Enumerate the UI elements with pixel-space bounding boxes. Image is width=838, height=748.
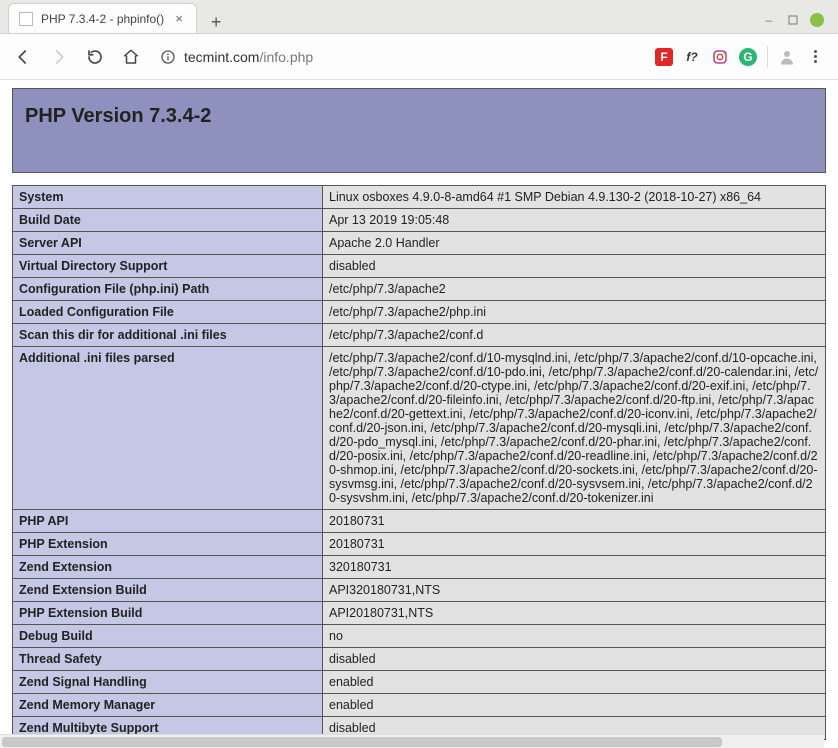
- window-close-icon[interactable]: [810, 13, 824, 27]
- grammarly-ext-icon[interactable]: G: [739, 48, 757, 66]
- row-value: Apache 2.0 Handler: [323, 232, 826, 255]
- row-key: Debug Build: [13, 625, 323, 648]
- table-row: Loaded Configuration File/etc/php/7.3/ap…: [13, 301, 826, 324]
- row-key: Zend Signal Handling: [13, 671, 323, 694]
- row-value: /etc/php/7.3/apache2/conf.d/10-mysqlnd.i…: [323, 347, 826, 510]
- row-value: Linux osboxes 4.9.0-8-amd64 #1 SMP Debia…: [323, 186, 826, 209]
- table-row: PHP API20180731: [13, 510, 826, 533]
- row-key: Server API: [13, 232, 323, 255]
- phpinfo-header: PHP Version 7.3.4-2: [12, 88, 826, 173]
- row-key: PHP Extension Build: [13, 602, 323, 625]
- url-path: /info.php: [259, 49, 313, 65]
- new-tab-button[interactable]: +: [205, 11, 227, 33]
- row-value: Apr 13 2019 19:05:48: [323, 209, 826, 232]
- row-value: /etc/php/7.3/apache2: [323, 278, 826, 301]
- table-row: Virtual Directory Supportdisabled: [13, 255, 826, 278]
- page-title: PHP Version 7.3.4-2: [25, 105, 813, 128]
- table-row: Zend Extension BuildAPI320180731,NTS: [13, 579, 826, 602]
- page-favicon-icon: [19, 12, 33, 26]
- row-key: System: [13, 186, 323, 209]
- table-row: Build DateApr 13 2019 19:05:48: [13, 209, 826, 232]
- tab-title: PHP 7.3.4-2 - phpinfo(): [41, 12, 164, 26]
- back-button[interactable]: [8, 42, 38, 72]
- address-bar[interactable]: tecmint.com/info.php: [152, 49, 643, 65]
- browser-tab[interactable]: PHP 7.3.4-2 - phpinfo() ×: [8, 3, 197, 33]
- window-controls: –: [762, 13, 834, 33]
- site-info-icon[interactable]: [160, 49, 176, 65]
- row-value: disabled: [323, 648, 826, 671]
- row-key: Zend Memory Manager: [13, 694, 323, 717]
- url-text: tecmint.com/info.php: [184, 49, 313, 65]
- scrollbar-thumb[interactable]: [2, 737, 722, 747]
- forward-button[interactable]: [44, 42, 74, 72]
- table-row: Additional .ini files parsed/etc/php/7.3…: [13, 347, 826, 510]
- horizontal-scrollbar[interactable]: [0, 734, 824, 748]
- table-row: Zend Signal Handlingenabled: [13, 671, 826, 694]
- row-key: Loaded Configuration File: [13, 301, 323, 324]
- row-key: Thread Safety: [13, 648, 323, 671]
- row-key: Zend Extension: [13, 556, 323, 579]
- row-value: API20180731,NTS: [323, 602, 826, 625]
- table-row: Zend Extension320180731: [13, 556, 826, 579]
- tab-close-icon[interactable]: ×: [172, 12, 186, 26]
- home-button[interactable]: [116, 42, 146, 72]
- row-key: Zend Extension Build: [13, 579, 323, 602]
- table-row: PHP Extension BuildAPI20180731,NTS: [13, 602, 826, 625]
- table-row: Configuration File (php.ini) Path/etc/ph…: [13, 278, 826, 301]
- table-row: Debug Buildno: [13, 625, 826, 648]
- row-key: Build Date: [13, 209, 323, 232]
- table-row: Thread Safetydisabled: [13, 648, 826, 671]
- row-value: no: [323, 625, 826, 648]
- row-value: enabled: [323, 694, 826, 717]
- table-row: Server APIApache 2.0 Handler: [13, 232, 826, 255]
- row-value: /etc/php/7.3/apache2/conf.d: [323, 324, 826, 347]
- phpinfo-table: SystemLinux osboxes 4.9.0-8-amd64 #1 SMP…: [12, 185, 826, 740]
- row-value: disabled: [323, 255, 826, 278]
- browser-menu-button[interactable]: [806, 48, 824, 66]
- row-key: Additional .ini files parsed: [13, 347, 323, 510]
- separator: [767, 46, 768, 68]
- window-minimize-icon[interactable]: –: [762, 13, 776, 27]
- window-maximize-icon[interactable]: [786, 13, 800, 27]
- url-host: tecmint.com: [184, 49, 259, 65]
- table-row: SystemLinux osboxes 4.9.0-8-amd64 #1 SMP…: [13, 186, 826, 209]
- row-value: /etc/php/7.3/apache2/php.ini: [323, 301, 826, 324]
- row-key: PHP Extension: [13, 533, 323, 556]
- row-value: enabled: [323, 671, 826, 694]
- browser-toolbar: tecmint.com/info.php F f? G: [0, 34, 838, 80]
- profile-avatar-icon[interactable]: [778, 48, 796, 66]
- tab-strip: PHP 7.3.4-2 - phpinfo() × + –: [0, 0, 838, 34]
- table-row: Scan this dir for additional .ini files/…: [13, 324, 826, 347]
- instagram-ext-icon[interactable]: [711, 48, 729, 66]
- row-value: 320180731: [323, 556, 826, 579]
- row-key: PHP API: [13, 510, 323, 533]
- table-row: Zend Memory Managerenabled: [13, 694, 826, 717]
- table-row: PHP Extension20180731: [13, 533, 826, 556]
- page-viewport[interactable]: PHP Version 7.3.4-2 SystemLinux osboxes …: [0, 80, 838, 748]
- font-ext-icon[interactable]: f?: [683, 48, 701, 66]
- row-value: 20180731: [323, 533, 826, 556]
- flipboard-ext-icon[interactable]: F: [655, 48, 673, 66]
- row-key: Scan this dir for additional .ini files: [13, 324, 323, 347]
- row-value: 20180731: [323, 510, 826, 533]
- row-key: Virtual Directory Support: [13, 255, 323, 278]
- extensions-group: F f? G: [649, 46, 830, 68]
- row-key: Configuration File (php.ini) Path: [13, 278, 323, 301]
- reload-button[interactable]: [80, 42, 110, 72]
- row-value: API320180731,NTS: [323, 579, 826, 602]
